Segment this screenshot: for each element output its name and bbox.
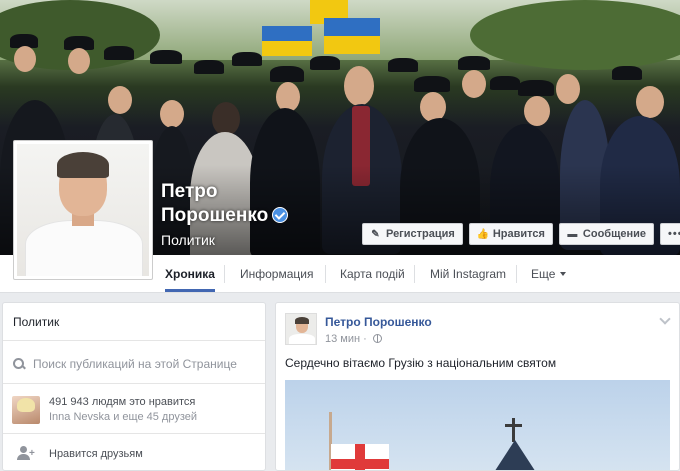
church-dome — [489, 440, 541, 470]
page-name-first[interactable]: Петро — [161, 180, 288, 204]
pencil-icon: ✎ — [371, 228, 380, 240]
tab-more[interactable]: Еще — [531, 255, 567, 293]
post-options-chevron-icon[interactable] — [659, 313, 671, 325]
post-timestamp[interactable]: 13 мин · — [325, 333, 382, 345]
post-text: Сердечно вітаємо Грузію з національним с… — [285, 356, 557, 370]
sidebar-category: Политик — [13, 315, 60, 329]
friend-avatar[interactable] — [12, 396, 40, 424]
caret-down-icon — [560, 272, 567, 276]
more-button[interactable]: ••• — [660, 223, 680, 245]
page-category[interactable]: Политик — [161, 232, 288, 248]
page-name-last-text[interactable]: Порошенко — [161, 205, 268, 226]
post-image[interactable] — [285, 380, 670, 470]
tab-timeline[interactable]: Хроника — [165, 255, 215, 292]
post-author-name[interactable]: Петро Порошенко — [325, 315, 432, 329]
profile-photo — [17, 144, 149, 276]
more-icon: ••• — [668, 228, 680, 240]
page-name-last[interactable]: Порошенко — [161, 204, 289, 228]
likes-friends[interactable]: Inna Nevska и еще 45 друзей — [49, 411, 197, 423]
georgian-flag — [331, 444, 389, 470]
likes-count[interactable]: 491 943 людям это нравится — [49, 396, 195, 408]
message-icon: ▬ — [567, 228, 578, 240]
message-button[interactable]: ▬ Сообщение — [558, 223, 655, 245]
verified-badge-icon[interactable] — [272, 207, 289, 223]
post-author-avatar[interactable] — [285, 313, 317, 345]
page-header: Петро Порошенко Политик — [161, 180, 289, 248]
like-label: Нравится — [492, 228, 545, 240]
message-label: Сообщение — [582, 228, 647, 240]
sidebar: Политик 491 943 людям это нравится Inna … — [2, 302, 266, 471]
post-time-text[interactable]: 13 мин — [325, 333, 360, 345]
search-posts-input[interactable] — [33, 353, 259, 375]
register-button[interactable]: ✎ Регистрация — [362, 223, 463, 245]
tab-events-map[interactable]: Карта подій — [340, 255, 405, 293]
like-button[interactable]: 👍 Нравится — [468, 223, 553, 245]
page-actions: ✎ Регистрация 👍Нравится ▬ Сообщение ••• — [362, 223, 680, 245]
friends-like-icon: + — [17, 446, 35, 462]
globe-icon — [372, 334, 382, 343]
post-card: Петро Порошенко 13 мин · Сердечно вітаєм… — [275, 302, 680, 471]
tab-about[interactable]: Информация — [240, 255, 313, 293]
profile-picture[interactable] — [13, 140, 153, 280]
friends-like-link[interactable]: Нравится друзьям — [49, 448, 143, 460]
tab-more-label: Еще — [531, 267, 556, 281]
tab-instagram[interactable]: Мій Instagram — [430, 255, 506, 293]
search-icon — [13, 358, 25, 370]
thumbs-up-icon: 👍 — [476, 228, 490, 240]
register-label: Регистрация — [386, 228, 455, 240]
